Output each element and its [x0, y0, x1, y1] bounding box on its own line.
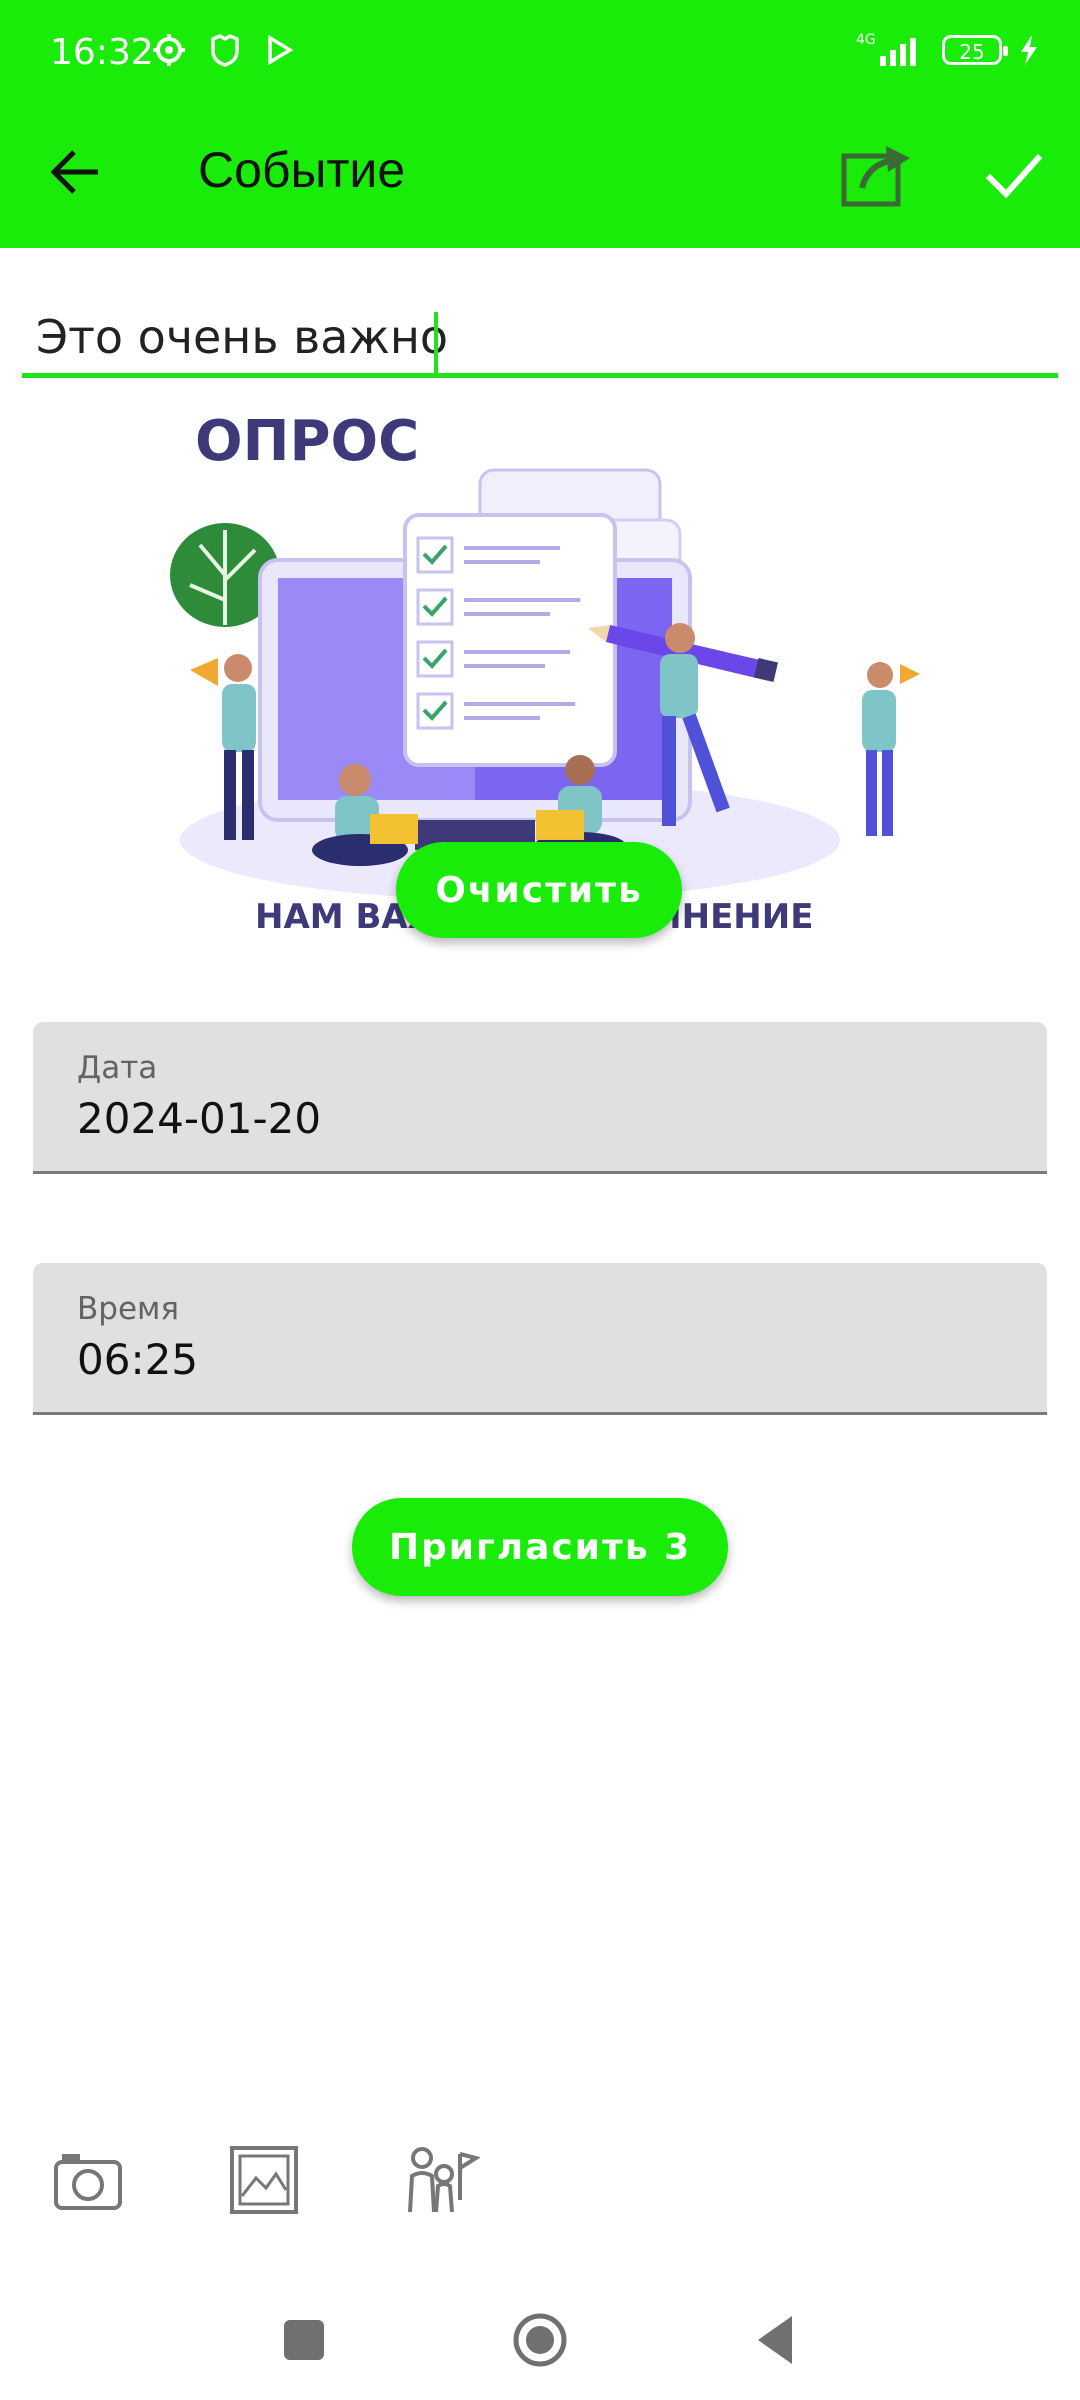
check-icon — [985, 153, 1043, 199]
recent-apps-icon — [284, 2320, 324, 2360]
svg-text:4G: 4G — [856, 32, 876, 48]
illustration-headline: ОПРОС — [195, 410, 419, 474]
gallery-icon — [230, 2146, 298, 2214]
gallery-button[interactable] — [224, 2140, 304, 2220]
status-time: 16:32 — [50, 32, 154, 73]
app-bar: Событие — [0, 108, 1080, 248]
share-button[interactable] — [836, 134, 916, 214]
event-text-input[interactable] — [22, 300, 1058, 378]
done-button[interactable] — [978, 138, 1050, 210]
status-bar: 16:32 4G 25 — [0, 0, 1080, 108]
time-field[interactable]: Время 06:25 — [33, 1263, 1047, 1415]
page-title: Событие — [198, 142, 406, 198]
camera-button[interactable] — [48, 2140, 128, 2220]
back-icon — [758, 2316, 792, 2364]
time-field-value: 06:25 — [77, 1335, 199, 1384]
back-arrow-icon — [50, 150, 98, 194]
people-button[interactable] — [400, 2140, 482, 2220]
time-field-label: Время — [77, 1291, 180, 1327]
charging-icon — [1021, 35, 1037, 65]
play-icon — [268, 34, 294, 66]
battery-icon: 25 — [942, 35, 1008, 65]
status-left-icons — [152, 33, 294, 67]
invite-button[interactable]: Пригласить 3 — [352, 1498, 728, 1596]
people-icon — [408, 2147, 482, 2213]
person-megaphone-right — [862, 662, 920, 836]
mi-shield-icon — [211, 34, 239, 67]
home-icon — [513, 2313, 567, 2367]
recent-apps-button[interactable] — [266, 2302, 342, 2378]
navigation-bar — [0, 2280, 1080, 2400]
date-field-label: Дата — [77, 1050, 158, 1086]
home-button[interactable] — [502, 2302, 578, 2378]
text-cursor — [434, 312, 438, 374]
camera-icon — [54, 2154, 122, 2210]
nav-back-button[interactable] — [738, 2302, 814, 2378]
settings-gear-icon — [153, 34, 185, 66]
clear-button[interactable]: Очистить — [396, 842, 682, 938]
date-field[interactable]: Дата 2024-01-20 — [33, 1022, 1047, 1174]
date-field-value: 2024-01-20 — [77, 1094, 322, 1143]
share-icon — [841, 146, 910, 207]
back-button[interactable] — [40, 136, 112, 208]
signal-icon: 4G — [856, 32, 916, 66]
status-right-icons: 4G 25 — [856, 30, 1040, 70]
